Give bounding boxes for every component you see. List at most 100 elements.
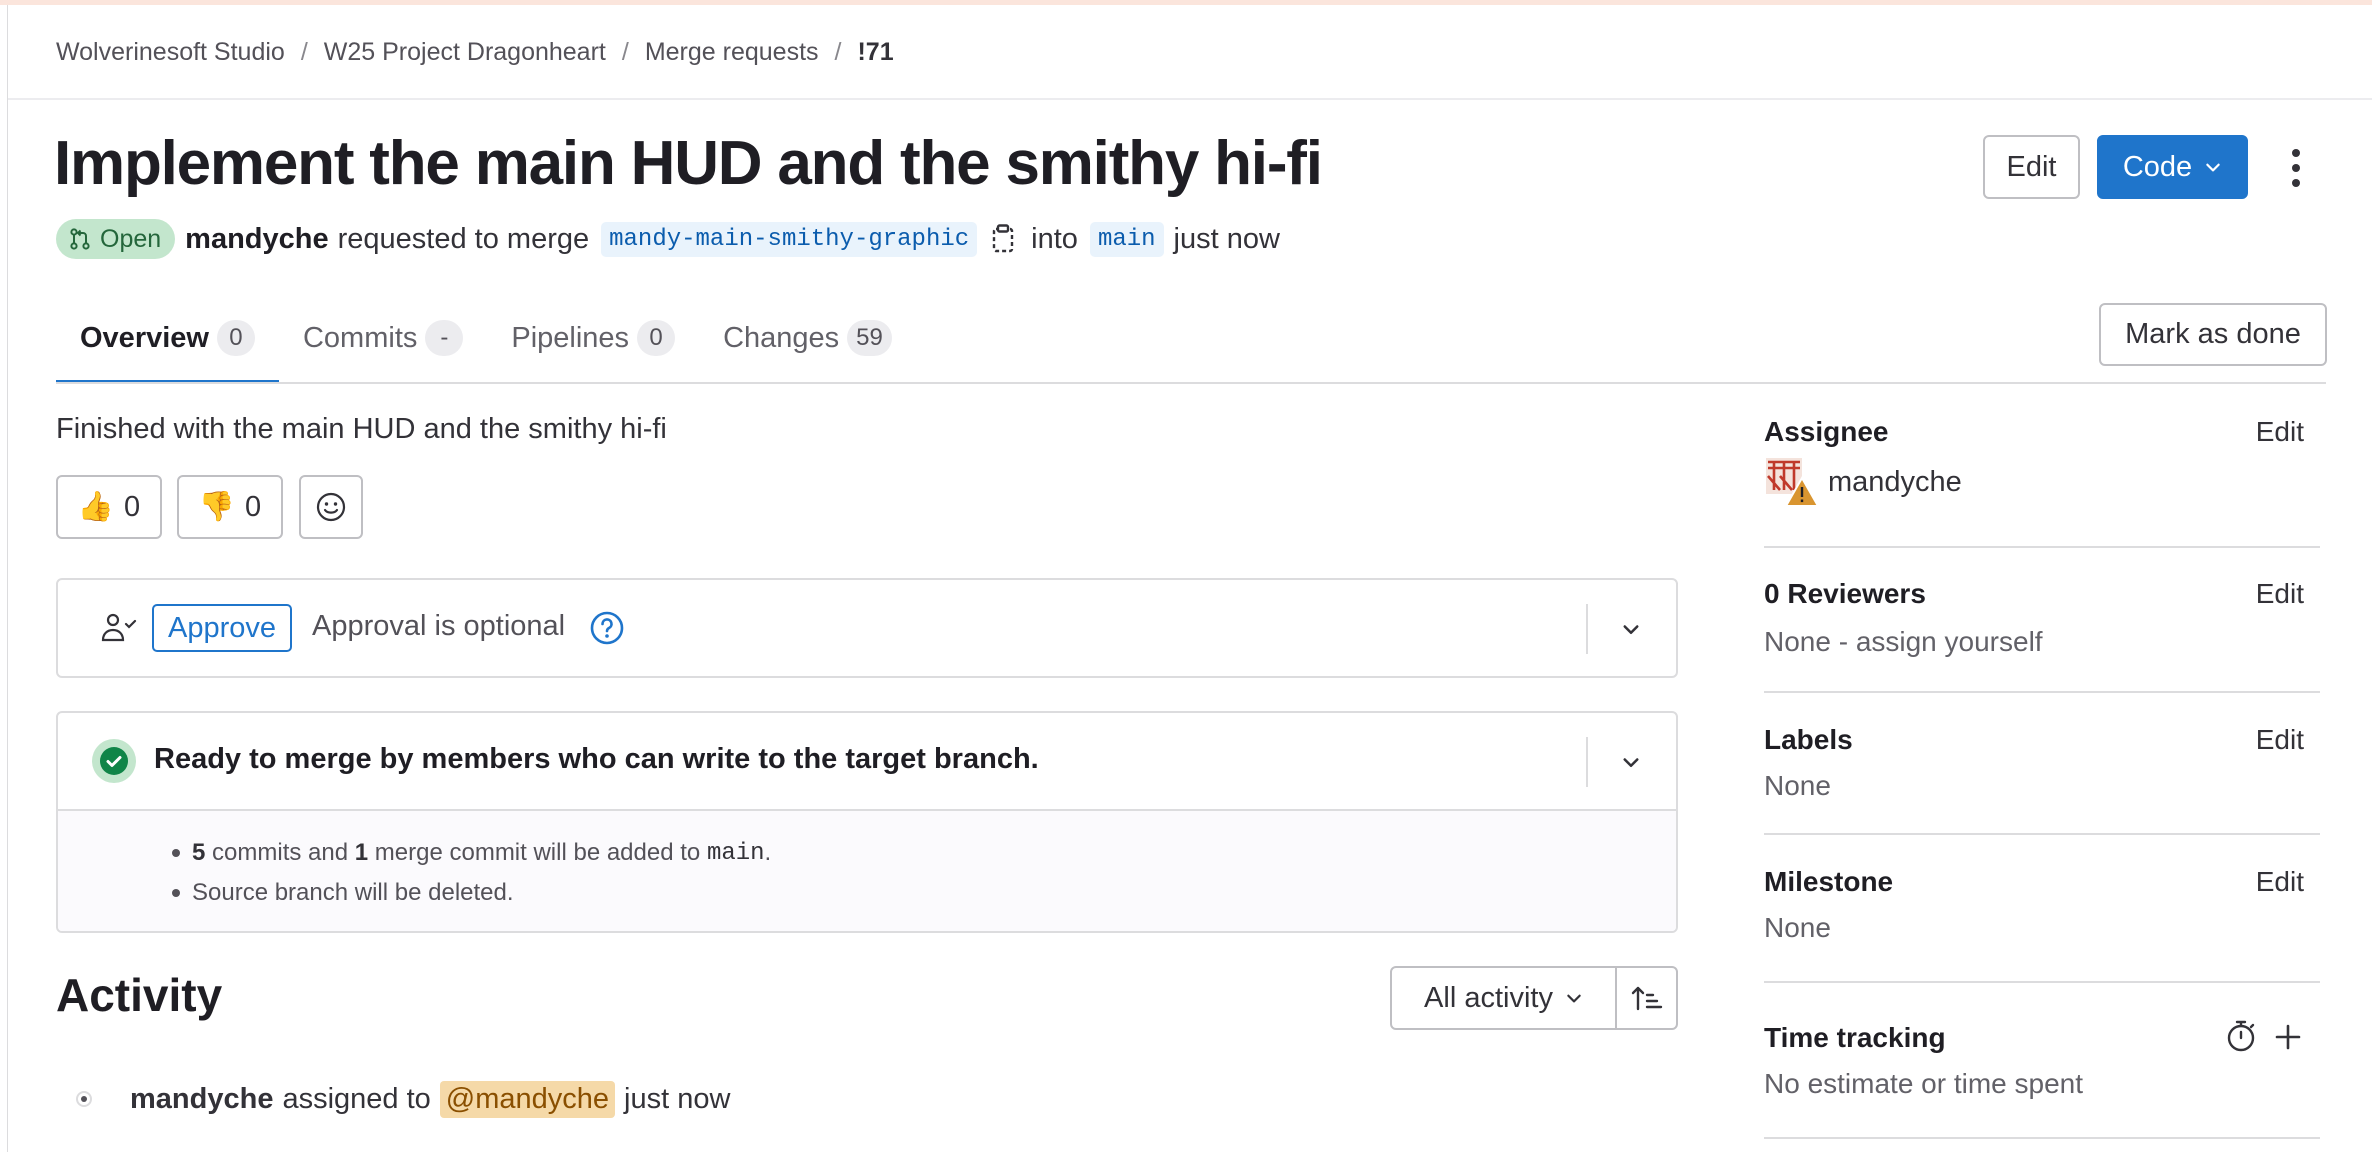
labels-value: None: [1764, 770, 1831, 801]
check-circle-icon: [92, 739, 136, 783]
tab-label: Commits: [302, 321, 418, 354]
chevron-down-icon: [1567, 994, 1581, 1003]
merge-widget: Ready to merge by members who can write …: [56, 711, 1678, 933]
tab-pipelines[interactable]: Pipelines 0: [487, 308, 699, 368]
widget-divider: [1586, 737, 1588, 787]
smile-icon: [316, 492, 346, 522]
tab-count: 0: [216, 320, 255, 356]
chevron-down-icon[interactable]: [1616, 614, 1646, 644]
breadcrumb-separator: /: [834, 37, 842, 66]
labels-edit-link[interactable]: Edit: [2256, 724, 2304, 756]
breadcrumb-item-merge-requests[interactable]: Merge requests: [645, 38, 819, 67]
breadcrumb-separator: /: [300, 37, 308, 66]
source-branch[interactable]: mandy-main-smithy-graphic: [601, 221, 978, 257]
tab-label: Overview: [80, 321, 209, 354]
breadcrumb-divider: [8, 98, 2372, 100]
activity-heading: Activity: [56, 969, 223, 1021]
list-item: 5 commits and 1 merge commit will be add…: [172, 833, 771, 873]
reviewers-title: 0 Reviewers: [1764, 578, 1926, 609]
reviewers-edit-link[interactable]: Edit: [2256, 578, 2304, 610]
approval-icon: [101, 613, 137, 642]
status-badge-label: Open: [100, 224, 162, 253]
breadcrumb-item-current[interactable]: !71: [857, 38, 893, 67]
tab-count: 59: [847, 320, 892, 356]
user-mention[interactable]: @mandyche: [439, 1080, 616, 1118]
activity-time: just now: [624, 1082, 731, 1115]
sidebar-divider: [1764, 691, 2320, 693]
sidebar-divider: [1764, 546, 2320, 548]
sidebar-divider: [1764, 833, 2320, 835]
delete-branch-note: Source branch will be deleted.: [192, 879, 514, 906]
thumbs-down-button[interactable]: 👎 0: [177, 475, 283, 539]
code-dropdown-button[interactable]: Code: [2097, 135, 2248, 199]
approval-widget: Approve Approval is optional: [56, 578, 1678, 678]
author-link[interactable]: mandyche: [185, 223, 328, 256]
plus-icon[interactable]: [2272, 1018, 2304, 1054]
mark-as-done-button[interactable]: Mark as done: [2099, 303, 2327, 366]
time-tracking-actions: [2224, 1018, 2304, 1054]
activity-action: assigned to: [282, 1082, 431, 1115]
breadcrumb-item-group[interactable]: Wolverinesoft Studio: [56, 38, 285, 67]
list-item: Source branch will be deleted.: [172, 873, 771, 913]
help-icon[interactable]: [589, 610, 625, 646]
edit-button[interactable]: Edit: [1983, 135, 2080, 199]
target-branch[interactable]: main: [1089, 221, 1164, 257]
sidebar-divider: [1764, 1137, 2320, 1139]
add-reaction-button[interactable]: [299, 475, 363, 539]
into-text: into: [1031, 222, 1078, 255]
tabs-divider: [56, 382, 2326, 384]
avatar[interactable]: [1764, 456, 1820, 508]
activity-filter-dropdown[interactable]: All activity: [1392, 968, 1617, 1028]
status-badge: Open: [56, 219, 176, 259]
milestone-value: None: [1764, 912, 1831, 943]
thumbs-down-count: 0: [244, 490, 262, 523]
widget-divider: [1586, 604, 1588, 654]
sidebar-assignee: Assignee Edit mandyche: [1764, 416, 2320, 526]
approve-button[interactable]: Approve: [152, 604, 293, 652]
tab-commits[interactable]: Commits -: [279, 308, 487, 368]
chevron-down-icon: [2206, 163, 2220, 172]
activity-filter-label: All activity: [1424, 981, 1553, 1014]
description: Finished with the main HUD and the smith…: [56, 413, 667, 445]
thumbs-up-button[interactable]: 👍 0: [56, 475, 162, 539]
tab-changes[interactable]: Changes 59: [699, 308, 916, 368]
top-accent-line: [0, 0, 2372, 5]
thumbs-up-icon: 👍: [77, 491, 114, 523]
reviewers-value[interactable]: None - assign yourself: [1764, 626, 2043, 658]
labels-title: Labels: [1764, 724, 1853, 755]
sidebar-milestone: Milestone Edit None: [1764, 866, 2320, 956]
code-button-label: Code: [2122, 150, 2193, 183]
page-title: Implement the main HUD and the smithy hi…: [54, 129, 1323, 198]
approval-status-text: Approval is optional: [312, 610, 566, 642]
time-tracking-title: Time tracking: [1764, 1022, 1946, 1053]
tab-count: -: [425, 320, 464, 356]
breadcrumb-item-project[interactable]: W25 Project Dragonheart: [324, 38, 606, 67]
merge-request-page: Wolverinesoft Studio / W25 Project Drago…: [0, 0, 2372, 1152]
breadcrumb: Wolverinesoft Studio / W25 Project Drago…: [56, 34, 894, 70]
milestone-edit-link[interactable]: Edit: [2256, 866, 2304, 898]
sidebar-time-tracking: Time tracking No estimate or time spent: [1764, 1020, 2320, 1112]
merge-status-title: Ready to merge by members who can write …: [154, 743, 1039, 775]
merge-request-icon: [70, 228, 90, 250]
commits-text: commits and: [212, 839, 349, 866]
sidebar-labels: Labels Edit None: [1764, 724, 2320, 814]
merge-commit-text: merge commit will be added to: [374, 839, 701, 866]
merge-details: 5 commits and 1 merge commit will be add…: [58, 809, 1676, 931]
thumbs-up-count: 0: [123, 490, 141, 523]
tab-label: Changes: [723, 321, 840, 354]
time-tracking-value: No estimate or time spent: [1764, 1068, 2084, 1099]
assignee-name[interactable]: mandyche: [1828, 466, 1962, 499]
chevron-down-icon[interactable]: [1616, 747, 1646, 777]
action-text: requested to merge: [337, 222, 590, 255]
copy-branch-icon[interactable]: [989, 221, 1019, 257]
tab-count: 0: [637, 320, 676, 356]
timer-icon[interactable]: [2224, 1018, 2258, 1054]
kebab-menu-icon[interactable]: [2276, 140, 2316, 196]
thumbs-down-icon: 👎: [198, 491, 235, 523]
merge-request-meta: Open mandyche requested to merge mandy-m…: [56, 218, 1280, 260]
activity-author[interactable]: mandyche: [130, 1083, 273, 1116]
assignee-title: Assignee: [1764, 416, 1889, 447]
sort-button[interactable]: [1617, 968, 1676, 1028]
tab-overview[interactable]: Overview 0: [56, 308, 279, 384]
assignee-edit-link[interactable]: Edit: [2256, 416, 2304, 448]
